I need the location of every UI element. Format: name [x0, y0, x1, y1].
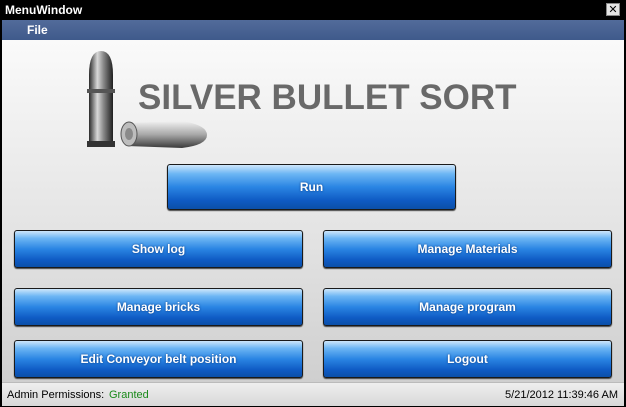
status-bar: Admin Permissions: Granted 5/21/2012 11:… [2, 382, 624, 406]
edit-conveyor-belt-button[interactable]: Edit Conveyor belt position [14, 340, 303, 378]
show-log-button-label: Show log [131, 242, 186, 256]
run-button[interactable]: Run [167, 164, 456, 210]
show-log-button[interactable]: Show log [14, 230, 303, 268]
menu-file[interactable]: File [27, 23, 48, 37]
menu-window: MenuWindow ✕ File SILVER BULLET SORT Run… [0, 0, 626, 407]
logout-button[interactable]: Logout [323, 340, 612, 378]
manage-bricks-button-label: Manage bricks [116, 300, 201, 314]
menu-bar: File [2, 20, 624, 40]
edit-conveyor-belt-button-label: Edit Conveyor belt position [80, 352, 237, 366]
manage-bricks-button[interactable]: Manage bricks [14, 288, 303, 326]
run-button-label: Run [299, 180, 324, 194]
manage-materials-button-label: Manage Materials [417, 242, 518, 256]
manage-materials-button[interactable]: Manage Materials [323, 230, 612, 268]
manage-program-button[interactable]: Manage program [323, 288, 612, 326]
status-datetime: 5/21/2012 11:39:46 AM [505, 389, 618, 401]
title-bar: MenuWindow ✕ [0, 0, 626, 20]
window-title: MenuWindow [5, 3, 83, 17]
close-button[interactable]: ✕ [606, 3, 620, 16]
admin-permissions-value: Granted [109, 389, 149, 401]
app-logo-text: SILVER BULLET SORT [138, 78, 517, 117]
main-panel: SILVER BULLET SORT Run Show log Manage M… [2, 40, 624, 382]
logout-button-label: Logout [447, 352, 488, 366]
admin-permissions-label: Admin Permissions: [7, 389, 105, 401]
manage-program-button-label: Manage program [419, 300, 516, 314]
